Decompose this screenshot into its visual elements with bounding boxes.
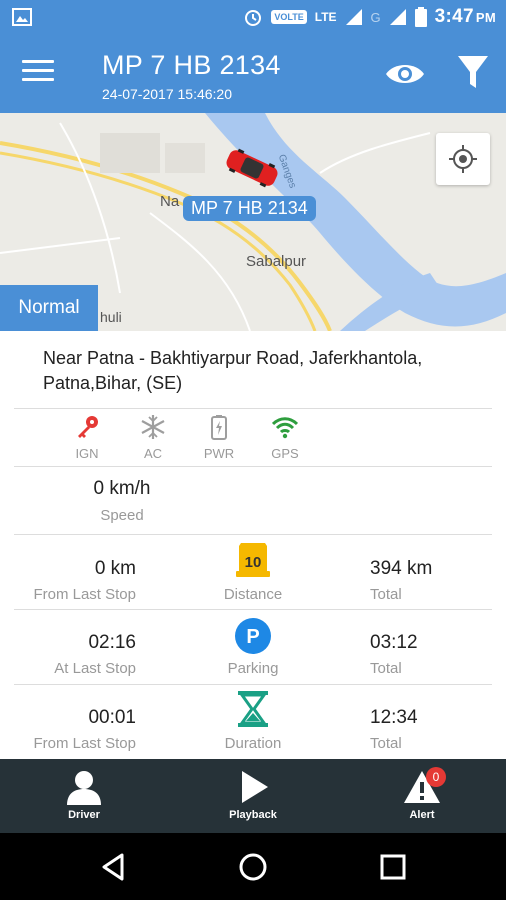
status-gps: GPS [252, 414, 318, 461]
divider [14, 609, 492, 610]
vehicle-title: MP 7 HB 2134 [102, 50, 281, 80]
parking-last-stop-label: At Last Stop [54, 660, 136, 677]
divider [14, 408, 492, 409]
filter-icon[interactable] [456, 54, 490, 90]
g-indicator: G [370, 9, 381, 25]
duration-total-label: Total [370, 735, 402, 752]
distance-last-stop-label: From Last Stop [33, 586, 136, 603]
volte-indicator: VOLTE [271, 10, 307, 24]
crosshair-icon [449, 145, 477, 173]
speed-label: Speed [100, 507, 144, 524]
svg-text:10: 10 [245, 554, 262, 571]
map-place-label: Na [160, 193, 180, 210]
address-text: Near Patna - Bakhtiyarpur Road, Jaferkha… [43, 348, 423, 393]
alert-tab[interactable]: Alert 0 [362, 759, 482, 833]
alert-count-badge: 0 [426, 767, 446, 787]
signal-icon-2 [389, 9, 406, 25]
lte-indicator: LTE [314, 10, 337, 24]
distance-label: Distance [223, 586, 283, 603]
distance-last-stop-value: 0 km [94, 558, 136, 579]
speed-value: 0 km/h [93, 478, 151, 499]
parking-total-value: 03:12 [370, 632, 418, 653]
divider [14, 466, 492, 467]
snowflake-icon [141, 415, 165, 439]
vehicle-tag[interactable]: MP 7 HB 2134 [183, 196, 316, 221]
status-ign: IGN [54, 414, 120, 461]
image-notification-icon [12, 8, 32, 26]
person-icon [67, 771, 101, 805]
status-bar: VOLTE LTE G 3:47 PM [0, 0, 506, 34]
battery-status-icon [414, 7, 427, 27]
map-place-label: Sabalpur [246, 253, 307, 270]
map-view[interactable]: Na Sabalpur huli Ganges MP 7 HB 2134 Nor… [0, 113, 506, 331]
menu-button[interactable] [22, 60, 54, 88]
parking-total-label: Total [370, 660, 402, 677]
bottom-navigation: Driver Playback Alert 0 [0, 759, 506, 833]
divider [14, 684, 492, 685]
app-bar: MP 7 HB 2134 24-07-2017 15:46:20 [0, 34, 506, 113]
parking-icon: P [235, 618, 271, 654]
my-location-button[interactable] [436, 133, 490, 185]
key-icon [78, 416, 98, 438]
back-icon[interactable] [94, 847, 134, 887]
vehicle-timestamp: 24-07-2017 15:46:20 [102, 86, 232, 102]
recents-icon[interactable] [373, 847, 413, 887]
map-place-label: huli [100, 309, 122, 325]
duration-label: Duration [224, 735, 282, 752]
parking-label: Parking [227, 660, 279, 677]
eye-icon[interactable] [384, 58, 426, 90]
signal-icon [345, 9, 362, 25]
odometer-icon: 10 [236, 543, 270, 577]
playback-tab[interactable]: Playback [193, 759, 313, 833]
parking-last-stop-value: 02:16 [88, 632, 136, 653]
svg-text:P: P [246, 626, 259, 648]
hourglass-icon [238, 691, 268, 727]
mode-badge[interactable]: Normal [0, 285, 98, 331]
clock: 3:47 PM [434, 6, 496, 27]
status-ac: AC [120, 414, 186, 461]
home-icon[interactable] [233, 847, 273, 887]
play-icon [242, 771, 268, 803]
duration-last-stop-label: From Last Stop [33, 735, 136, 752]
divider [14, 534, 492, 535]
battery-icon [211, 415, 227, 440]
status-icons-row: IGN AC PWR GPS [54, 414, 318, 461]
distance-total-value: 394 km [370, 558, 433, 579]
duration-total-value: 12:34 [370, 707, 418, 728]
system-navigation-bar [0, 833, 506, 900]
driver-tab[interactable]: Driver [24, 759, 144, 833]
wifi-icon [272, 417, 298, 439]
alarm-icon [245, 10, 262, 26]
status-pwr: PWR [186, 414, 252, 461]
distance-total-label: Total [370, 586, 402, 603]
duration-last-stop-value: 00:01 [88, 707, 136, 728]
